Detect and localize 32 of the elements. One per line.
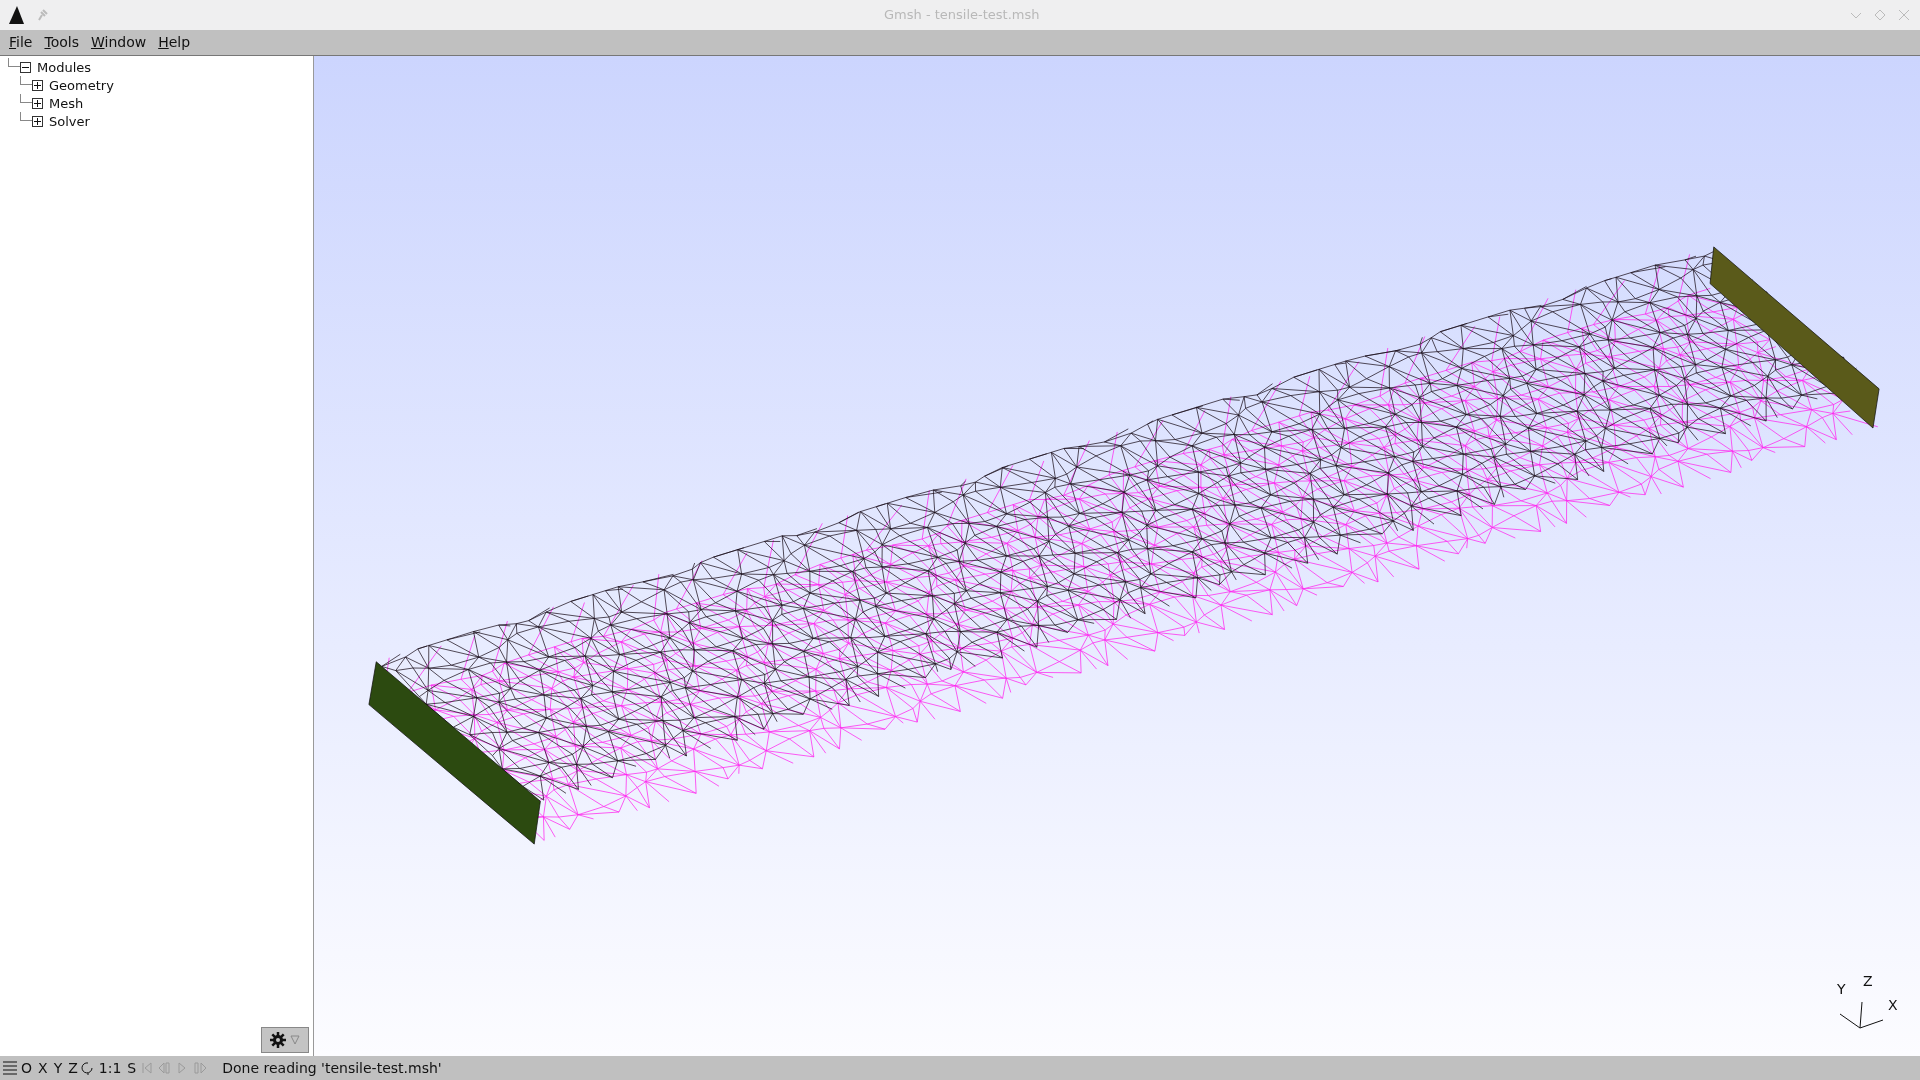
collapse-toggle[interactable] bbox=[20, 61, 31, 73]
options-button[interactable] bbox=[261, 1027, 309, 1053]
close-icon[interactable] bbox=[1898, 9, 1910, 21]
expand-toggle[interactable] bbox=[32, 115, 43, 127]
menu-icon[interactable] bbox=[2, 1060, 18, 1076]
dropdown-triangle-icon bbox=[290, 1035, 300, 1045]
tree-item[interactable]: Geometry bbox=[49, 78, 114, 92]
gear-icon bbox=[270, 1032, 286, 1048]
view-button[interactable]: O bbox=[18, 1057, 36, 1079]
menu-item[interactable]: Tools bbox=[39, 32, 84, 53]
maximize-icon[interactable] bbox=[1874, 9, 1886, 21]
tree-item[interactable]: Solver bbox=[49, 114, 90, 128]
scale-button[interactable]: 1:1 bbox=[94, 1057, 126, 1079]
expand-toggle[interactable] bbox=[32, 97, 43, 109]
pin-icon[interactable] bbox=[36, 9, 48, 21]
axis-label: X bbox=[1888, 998, 1898, 1012]
view-button[interactable]: X bbox=[35, 1057, 51, 1079]
tree-item[interactable]: Modules bbox=[37, 60, 92, 74]
axis-label: Y bbox=[1837, 982, 1846, 996]
menu-item[interactable]: Help bbox=[153, 32, 196, 53]
s-button[interactable]: S bbox=[125, 1057, 139, 1079]
menu-item[interactable]: Window bbox=[85, 32, 152, 53]
app-logo-icon bbox=[8, 5, 26, 25]
expand-toggle[interactable] bbox=[32, 79, 43, 91]
menu-item[interactable]: File bbox=[4, 32, 38, 53]
view-button[interactable]: Y bbox=[50, 1057, 66, 1079]
view-button[interactable]: Z bbox=[65, 1057, 81, 1079]
tree-item[interactable]: Mesh bbox=[49, 96, 84, 110]
status-message: Done reading 'tensile-test.msh' bbox=[222, 1058, 442, 1078]
rotate-icon[interactable] bbox=[80, 1061, 95, 1075]
axis-label: Z bbox=[1863, 974, 1873, 988]
window-title: Gmsh - tensile-test.msh bbox=[884, 6, 1040, 25]
